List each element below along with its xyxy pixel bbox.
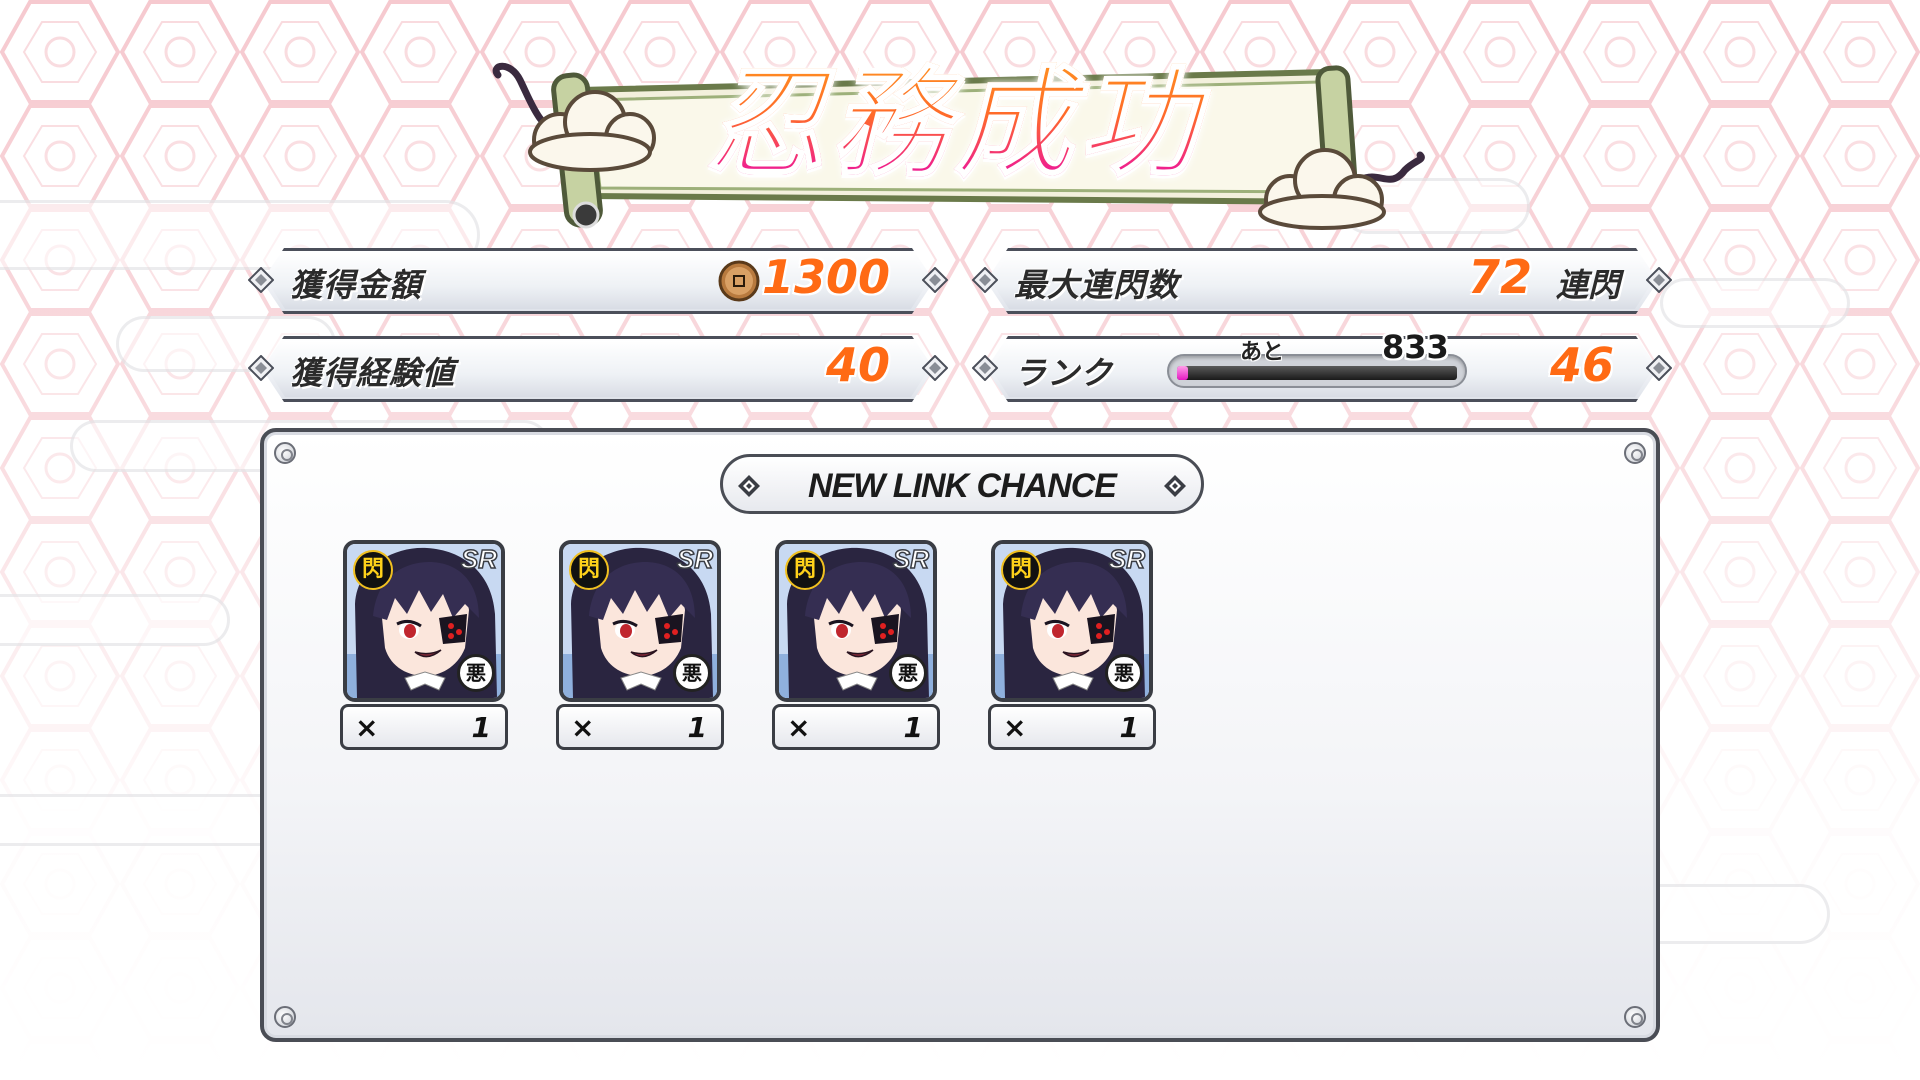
exp-plate: 獲得経験値 40 (248, 330, 948, 408)
card-count-box: × 1 (340, 704, 508, 750)
affiliation-badge: 悪 (457, 654, 495, 692)
diamond-ornament-icon (1646, 355, 1672, 381)
bolt-icon (274, 442, 296, 464)
card-portrait-frame[interactable]: 閃 SR 悪 (775, 540, 937, 702)
mission-success-title: 忍務成功 (630, 48, 1280, 198)
rarity-badge: SR (892, 544, 930, 575)
money-label: 獲得金額 (290, 266, 423, 304)
affiliation-badge: 悪 (1105, 654, 1143, 692)
rank-remaining-value: 833 (1382, 328, 1449, 366)
link-card[interactable]: 閃 SR 悪 × 1 (556, 540, 724, 750)
max-combo-plate: 最大連閃数 72 連閃 (972, 242, 1672, 320)
link-chance-header: NEW LINK CHANCE (720, 454, 1204, 514)
rarity-badge: SR (676, 544, 714, 575)
rarity-badge: SR (1108, 544, 1146, 575)
exp-label: 獲得経験値 (290, 354, 456, 392)
bolt-icon (1624, 1006, 1646, 1028)
rank-label: ランク (1014, 354, 1114, 392)
card-portrait-frame[interactable]: 閃 SR 悪 (991, 540, 1153, 702)
max-combo-label: 最大連閃数 (1014, 266, 1180, 304)
type-badge: 閃 (569, 550, 609, 590)
card-count-value: 1 (903, 711, 923, 744)
card-count-value: 1 (687, 711, 707, 744)
link-card[interactable]: 閃 SR 悪 × 1 (340, 540, 508, 750)
multiply-icon: × (355, 711, 379, 744)
diamond-ornament-icon (922, 267, 948, 293)
link-chance-title: NEW LINK CHANCE (808, 467, 1117, 505)
card-count-box: × 1 (556, 704, 724, 750)
card-portrait-frame[interactable]: 閃 SR 悪 (559, 540, 721, 702)
card-count-box: × 1 (988, 704, 1156, 750)
rank-value: 46 (1549, 338, 1614, 392)
result-title-banner: 忍務成功 (490, 20, 1430, 235)
exp-value: 40 (825, 338, 890, 392)
type-badge: 閃 (353, 550, 393, 590)
affiliation-badge: 悪 (673, 654, 711, 692)
cloud-band (0, 594, 230, 646)
rank-plate: ランク あと 833 46 (972, 328, 1672, 408)
multiply-icon: × (1003, 711, 1027, 744)
rarity-badge: SR (460, 544, 498, 575)
max-combo-suffix: 連閃 (1555, 266, 1620, 304)
diamond-ornament-icon (1646, 267, 1672, 293)
link-card[interactable]: 閃 SR 悪 × 1 (772, 540, 940, 750)
link-chance-panel: NEW LINK CHANCE 閃 SR 悪 × 1 閃 SR 悪 × 1 閃 … (260, 428, 1660, 1042)
link-card[interactable]: 閃 SR 悪 × 1 (988, 540, 1156, 750)
rank-remaining-label: あと (1240, 340, 1285, 365)
card-count-value: 1 (1119, 711, 1139, 744)
multiply-icon: × (787, 711, 811, 744)
rank-progress-fill (1177, 366, 1189, 380)
diamond-ornament-icon (972, 267, 998, 293)
diamond-ornament-icon (248, 267, 274, 293)
multiply-icon: × (571, 711, 595, 744)
cloud-band (1660, 278, 1850, 328)
affiliation-badge: 悪 (889, 654, 927, 692)
bolt-icon (274, 1006, 296, 1028)
card-portrait-frame[interactable]: 閃 SR 悪 (343, 540, 505, 702)
bolt-icon (1624, 442, 1646, 464)
money-plate: 獲得金額 1300 (248, 242, 948, 320)
diamond-ornament-icon (1164, 475, 1186, 497)
type-badge: 閃 (1001, 550, 1041, 590)
card-count-box: × 1 (772, 704, 940, 750)
card-count-value: 1 (471, 711, 491, 744)
money-value: 1300 (761, 250, 890, 304)
diamond-ornament-icon (922, 355, 948, 381)
type-badge: 閃 (785, 550, 825, 590)
coin-icon (718, 260, 760, 302)
max-combo-value: 72 (1467, 250, 1532, 304)
diamond-ornament-icon (972, 355, 998, 381)
diamond-ornament-icon (248, 355, 274, 381)
